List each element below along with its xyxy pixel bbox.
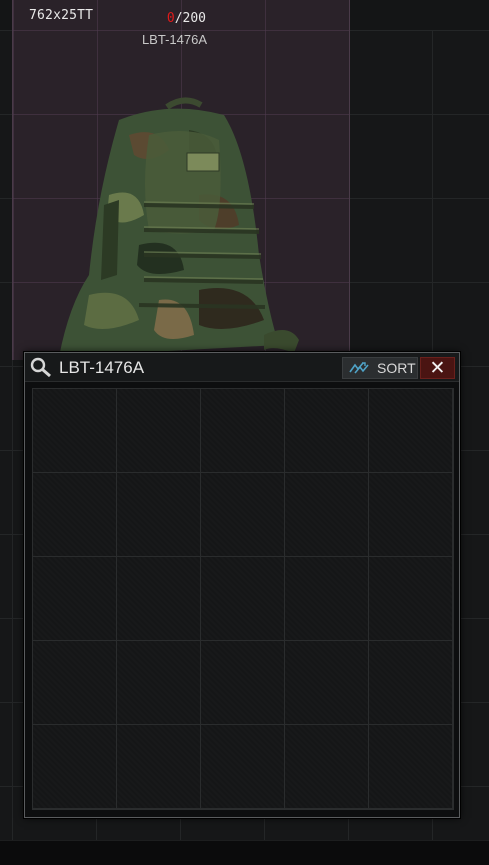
grid-slot[interactable] [33, 557, 117, 641]
grid-slot[interactable] [369, 725, 453, 809]
grid-slot[interactable] [117, 725, 201, 809]
grid-slot[interactable] [201, 473, 285, 557]
grid-slot[interactable] [285, 473, 369, 557]
capacity-current: 0 [166, 11, 175, 26]
item-short-name: LBT-1476A [141, 32, 207, 47]
search-window-header[interactable]: LBT-1476A SORT ✕ [25, 353, 459, 382]
grid-slot[interactable] [369, 557, 453, 641]
search-icon [30, 357, 51, 377]
grid-slot[interactable] [33, 473, 117, 557]
grid-slot[interactable] [33, 389, 117, 473]
close-button[interactable]: ✕ [420, 357, 455, 379]
grid-slot[interactable] [201, 641, 285, 725]
grid-slot[interactable] [285, 389, 369, 473]
backpack-item[interactable]: 762x25TT 0/200 LBT-1476A [12, 0, 350, 360]
sort-icon [349, 362, 369, 374]
grid-slot[interactable] [33, 725, 117, 809]
sort-label: SORT [377, 360, 416, 376]
grid-slot[interactable] [201, 725, 285, 809]
grid-slot[interactable] [117, 641, 201, 725]
grid-slot[interactable] [369, 473, 453, 557]
backpack-icon [59, 97, 299, 357]
grid-slot[interactable] [201, 557, 285, 641]
capacity-counter: 0/200 [167, 11, 206, 26]
grid-slot[interactable] [369, 389, 453, 473]
grid-slot[interactable] [285, 641, 369, 725]
container-grid[interactable] [32, 388, 454, 810]
capacity-max: /200 [174, 11, 206, 26]
sort-button[interactable]: SORT [342, 357, 418, 379]
bottom-bar [0, 840, 489, 865]
ammo-label: 762x25TT [29, 8, 94, 23]
search-window[interactable]: LBT-1476A SORT ✕ [24, 352, 460, 818]
grid-slot[interactable] [369, 641, 453, 725]
grid-slot[interactable] [285, 557, 369, 641]
grid-slot[interactable] [117, 557, 201, 641]
grid-slot[interactable] [201, 389, 285, 473]
close-icon: ✕ [429, 357, 446, 379]
window-title: LBT-1476A [59, 358, 145, 377]
grid-slot[interactable] [117, 473, 201, 557]
grid-slot[interactable] [285, 725, 369, 809]
grid-slot[interactable] [33, 641, 117, 725]
grid-slot[interactable] [117, 389, 201, 473]
